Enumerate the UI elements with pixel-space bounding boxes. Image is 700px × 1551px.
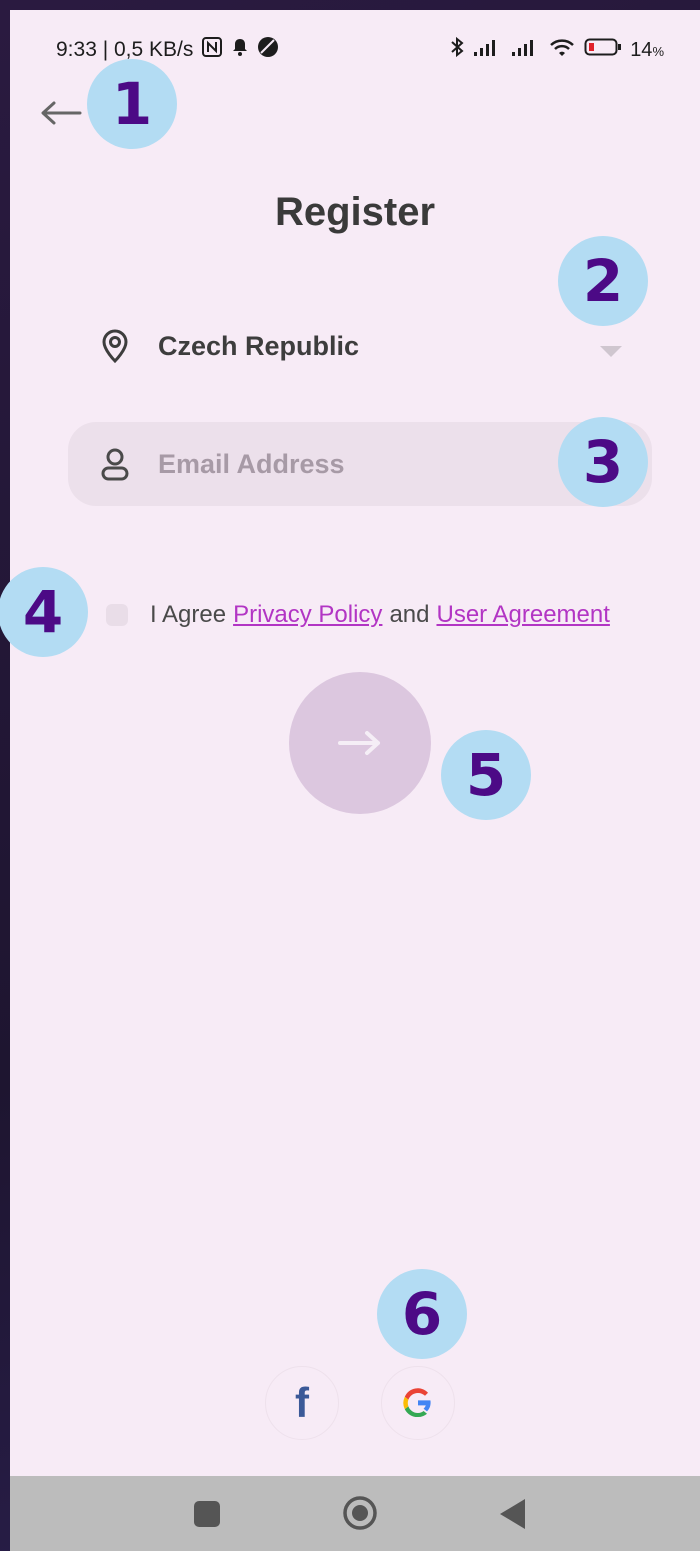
battery-unit: % bbox=[652, 43, 664, 59]
recent-apps-button[interactable] bbox=[194, 1501, 220, 1527]
arrow-right-icon bbox=[338, 731, 380, 755]
system-nav-bar bbox=[10, 1476, 700, 1551]
arrow-left-icon bbox=[41, 101, 82, 125]
google-login-button[interactable] bbox=[381, 1366, 455, 1440]
bell-icon bbox=[231, 37, 249, 63]
country-name: Czech Republic bbox=[158, 330, 360, 361]
annotation-badge-1: 1 bbox=[87, 59, 177, 149]
annotation-badge-2: 2 bbox=[558, 236, 648, 326]
next-button[interactable] bbox=[289, 672, 431, 814]
nav-back-button[interactable] bbox=[500, 1499, 525, 1529]
facebook-icon: f bbox=[295, 1379, 309, 1426]
battery-icon bbox=[584, 37, 622, 63]
country-select[interactable]: Czech Republic bbox=[68, 310, 628, 382]
location-pin-icon bbox=[100, 328, 148, 364]
user-icon bbox=[100, 446, 148, 482]
email-placeholder: Email Address bbox=[158, 448, 345, 479]
privacy-policy-link[interactable]: Privacy Policy bbox=[233, 601, 382, 629]
agree-checkbox[interactable] bbox=[106, 604, 128, 626]
agree-prefix: I Agree bbox=[150, 601, 227, 628]
status-time-speed: 9:33 | 0,5 KB/s bbox=[56, 38, 194, 61]
page-title: Register bbox=[274, 190, 436, 234]
status-left: 9:33 | 0,5 KB/s bbox=[56, 36, 279, 64]
home-button[interactable] bbox=[342, 1495, 378, 1531]
status-right: 14% bbox=[450, 36, 664, 64]
google-icon bbox=[403, 1388, 432, 1418]
facebook-login-button[interactable]: f bbox=[265, 1366, 339, 1440]
wifi-icon bbox=[548, 36, 576, 64]
signal-icon-2 bbox=[510, 37, 540, 63]
annotation-badge-5: 5 bbox=[441, 730, 531, 820]
annotation-badge-3: 3 bbox=[558, 417, 648, 507]
signal-icon bbox=[472, 37, 502, 63]
back-button[interactable] bbox=[38, 90, 84, 136]
annotation-badge-4: 4 bbox=[0, 567, 88, 657]
annotation-badge-6: 6 bbox=[377, 1269, 467, 1359]
bluetooth-icon bbox=[450, 36, 464, 64]
user-agreement-link[interactable]: User Agreement bbox=[436, 601, 609, 629]
nfc-icon bbox=[201, 36, 223, 64]
battery-percent: 14% bbox=[630, 39, 664, 62]
dropdown-caret-icon bbox=[600, 346, 622, 357]
agreement-row: I Agree Privacy Policy and User Agreemen… bbox=[106, 598, 617, 632]
agree-conjunction: and bbox=[389, 601, 430, 628]
battery-value: 14 bbox=[630, 38, 653, 61]
app-circle-icon bbox=[257, 36, 279, 64]
